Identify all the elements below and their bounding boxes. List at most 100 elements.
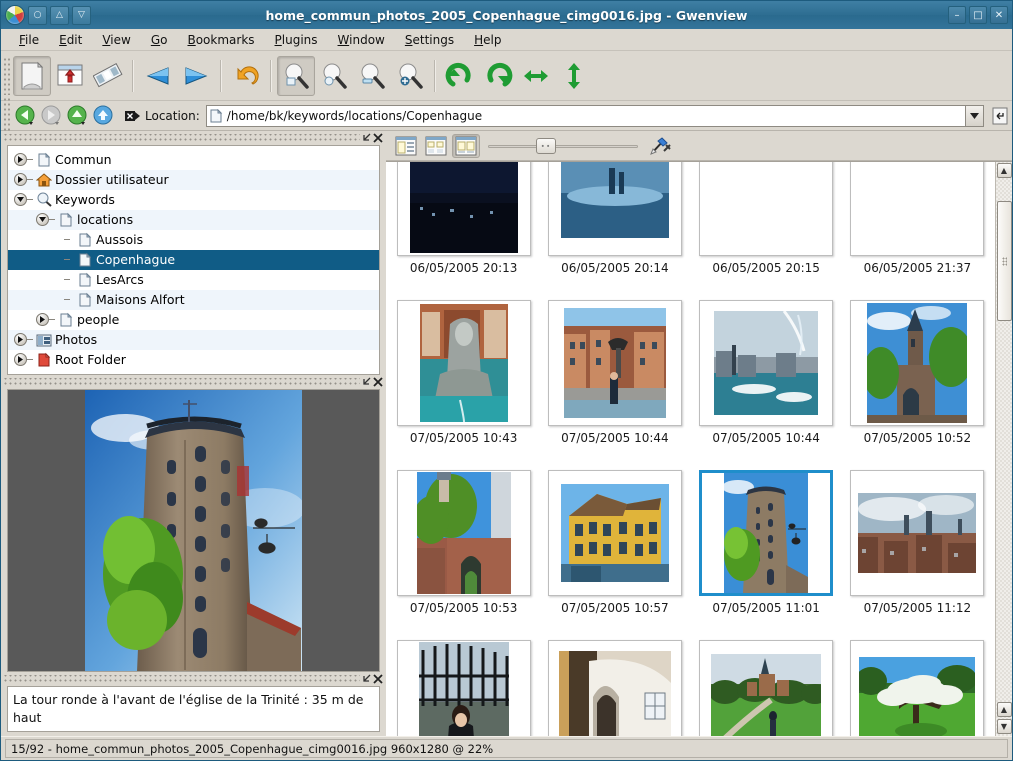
preview-panel-float-icon[interactable] (360, 376, 372, 388)
rotate-right-button[interactable] (479, 56, 517, 96)
toolbar-grip[interactable] (3, 56, 10, 95)
thumbnail-image-white-interior[interactable] (547, 640, 682, 736)
tree-collapse-icon[interactable] (36, 213, 49, 227)
undo-button[interactable] (227, 56, 265, 96)
thumbnail-scrollbar[interactable]: ▲ ▲ ▼ (995, 162, 1012, 736)
view-mode-grid-button[interactable] (452, 133, 480, 158)
caption-panel-float-icon[interactable] (360, 673, 372, 685)
thumbnail-image-blank[interactable] (850, 162, 985, 256)
shade-down-button[interactable]: ▽ (72, 5, 91, 25)
forward-button[interactable] (39, 103, 65, 129)
menu-help[interactable]: Help (464, 31, 511, 49)
menu-file[interactable]: File (9, 31, 49, 49)
thumbnail-list[interactable]: 06/05/2005 20:13 06/05/2005 20:14 06/05/20… (386, 162, 995, 736)
next-image-button[interactable] (177, 56, 215, 96)
thumbnail-item[interactable]: 07/05/2005 11:27 (691, 634, 842, 736)
thumbnail-image-yellow-house[interactable] (547, 470, 682, 596)
thumbnail-item[interactable]: 07/05/2005 10:57 (539, 464, 690, 634)
folder-panel-close-icon[interactable] (372, 132, 384, 144)
tree-item-commun[interactable]: Commun (8, 150, 379, 170)
tree-expand-icon[interactable] (14, 353, 27, 367)
location-go-button[interactable] (988, 103, 1012, 129)
thumbnail-image-castle-park[interactable] (699, 640, 834, 736)
thumbnail-item[interactable]: 07/05/2005 11:13 (388, 634, 539, 736)
tree-expand-icon[interactable] (14, 173, 27, 187)
tree-item-aussois[interactable]: Aussois (8, 230, 379, 250)
up-button[interactable] (65, 103, 91, 129)
menu-settings[interactable]: Settings (395, 31, 464, 49)
tree-item-keywords[interactable]: Keywords (8, 190, 379, 210)
view-mode-compact-button[interactable] (422, 134, 450, 158)
thumbnail-image-fountain-statue[interactable] (396, 300, 531, 426)
thumbnail-item[interactable]: 07/05/2005 10:44 (539, 294, 690, 464)
tree-item-photos[interactable]: Photos (8, 329, 379, 350)
thumbnail-image-church-spire[interactable] (850, 300, 985, 426)
tree-expand-icon[interactable] (14, 333, 27, 347)
rotate-left-button[interactable] (441, 56, 479, 96)
menu-view[interactable]: View (92, 31, 140, 49)
caption-panel-grip[interactable] (3, 675, 360, 684)
menu-plugins[interactable]: Plugins (265, 31, 328, 49)
sticky-button[interactable]: ○ (28, 5, 47, 25)
thumbnail-item[interactable]: 06/05/2005 20:15 (691, 162, 842, 294)
image-caption[interactable]: La tour ronde à l'avant de l'église de l… (7, 686, 380, 733)
thumbnail-item[interactable]: 07/05/2005 11:12 (842, 464, 993, 634)
caption-panel-close-icon[interactable] (372, 673, 384, 685)
slider-handle[interactable]: ∙∙ (536, 137, 556, 154)
thumbnail-item[interactable]: 07/05/2005 10:43 (388, 294, 539, 464)
location-bar-grip[interactable] (3, 96, 10, 135)
thumbnail-item[interactable]: 07/05/2005 10:44 (691, 294, 842, 464)
thumbnail-image-blank[interactable] (699, 162, 834, 256)
close-button[interactable]: ✕ (990, 6, 1008, 24)
thumbnail-image-square-fountain[interactable] (547, 300, 682, 426)
thumbnail-item[interactable]: 07/05/2005 11:18 (539, 634, 690, 736)
thumbnail-image-blossom-tree[interactable] (850, 640, 985, 736)
menu-go[interactable]: Go (141, 31, 178, 49)
zoom-normal-button[interactable] (277, 55, 315, 96)
scroll-down-button[interactable]: ▼ (996, 719, 1012, 734)
thumbnail-image-fountain-spray[interactable] (699, 300, 834, 426)
thumbnail-image-brick-gate[interactable] (396, 470, 531, 596)
thumbnail-image-night-water[interactable] (547, 162, 682, 256)
folder-panel-float-icon[interactable] (360, 132, 372, 144)
maximize-button[interactable]: □ (969, 6, 987, 24)
scroll-up-button-bottom[interactable]: ▲ (996, 702, 1012, 717)
tree-expand-icon[interactable] (14, 153, 27, 167)
thumbnail-image-night-city[interactable] (396, 162, 531, 256)
tree-item-dossier-utilisateur[interactable]: Dossier utilisateur (8, 169, 379, 190)
menu-bookmarks[interactable]: Bookmarks (177, 31, 264, 49)
configure-thumbnails-button[interactable] (644, 135, 676, 157)
tree-item-root-folder[interactable]: Root Folder (8, 350, 379, 370)
tree-item-people[interactable]: people (8, 310, 379, 330)
folder-panel-grip[interactable] (3, 133, 360, 142)
tree-expand-icon[interactable] (36, 313, 49, 327)
image-preview[interactable] (7, 388, 380, 673)
thumbnail-image-round-tower[interactable] (699, 470, 834, 596)
thumbnail-item[interactable]: 06/05/2005 20:14 (539, 162, 690, 294)
view-mode-detail-button[interactable] (392, 134, 420, 158)
mirror-button[interactable] (517, 56, 555, 96)
home-button[interactable] (91, 103, 117, 129)
tree-collapse-icon[interactable] (14, 193, 27, 207)
clear-location-icon[interactable] (125, 109, 141, 123)
thumbnail-item[interactable]: 06/05/2005 20:13 (388, 162, 539, 294)
back-button[interactable] (13, 103, 39, 129)
location-dropdown-button[interactable] (966, 104, 984, 127)
tree-item-lesarcs[interactable]: LesArcs (8, 270, 379, 290)
tree-item-copenhague[interactable]: Copenhague (8, 249, 379, 270)
thumbnail-item[interactable]: 07/05/2005 11:01 (691, 464, 842, 634)
minimize-button[interactable]: – (948, 6, 966, 24)
thumbnail-item[interactable]: 06/05/2005 21:37 (842, 162, 993, 294)
menu-edit[interactable]: Edit (49, 31, 92, 49)
view-mode-button[interactable] (51, 56, 89, 96)
preview-panel-grip[interactable] (3, 377, 360, 386)
preview-panel-close-icon[interactable] (372, 376, 384, 388)
zoom-in-button[interactable] (391, 56, 429, 96)
thumbnail-image-rooftops[interactable] (850, 470, 985, 596)
location-input[interactable]: /home/bk/keywords/locations/Copenhague (205, 104, 966, 127)
thumbnail-image-fence-person[interactable] (396, 640, 531, 736)
flip-button[interactable] (555, 56, 593, 96)
filmstrip-button[interactable] (89, 56, 127, 96)
scrollbar-thumb[interactable] (996, 201, 1012, 321)
shade-up-button[interactable]: △ (50, 5, 69, 25)
